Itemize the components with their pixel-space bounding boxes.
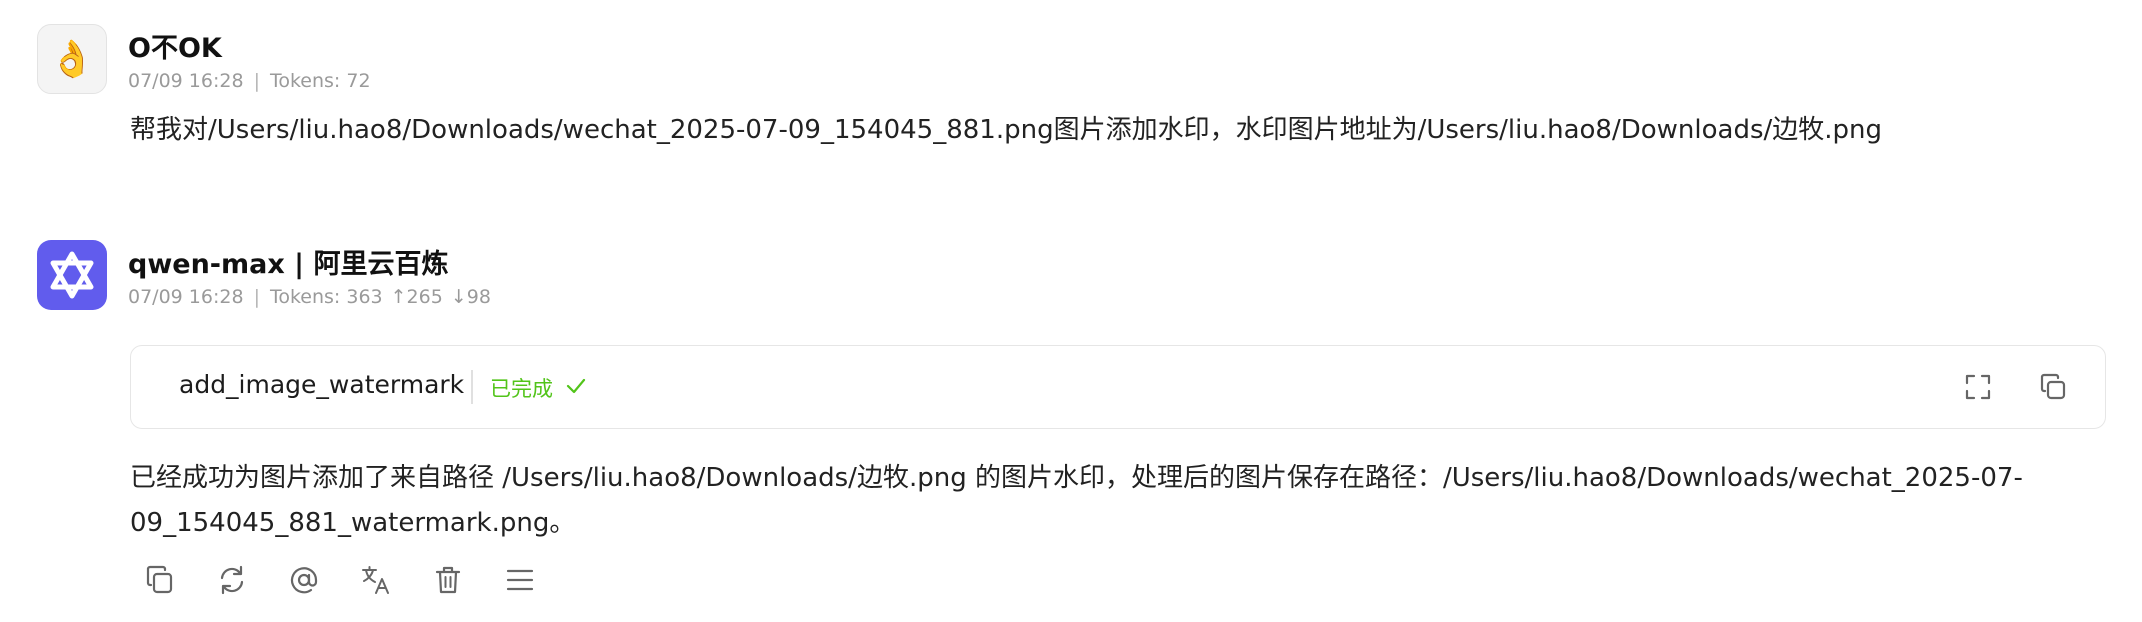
regenerate-button[interactable] xyxy=(212,560,252,600)
delete-button[interactable] xyxy=(428,560,468,600)
copy-icon xyxy=(146,565,173,594)
user-name: O不OK xyxy=(128,33,222,64)
assistant-message-meta: 07/09 16:28 | Tokens: 363 ↑265 ↓98 xyxy=(128,286,491,308)
delete-icon xyxy=(435,566,461,594)
menu-icon xyxy=(506,569,534,591)
assistant-message-text-line1: 已经成功为图片添加了来自路径 /Users/liu.hao8/Downloads… xyxy=(130,463,2023,493)
tokens-up: ↑265 xyxy=(390,286,443,308)
check-icon xyxy=(565,375,587,402)
user-message-text: 帮我对/Users/liu.hao8/Downloads/wechat_2025… xyxy=(130,115,1883,145)
tool-call-status-label: 已完成 xyxy=(490,377,553,401)
card-copy-button[interactable] xyxy=(2036,370,2070,404)
tokens-down: ↓98 xyxy=(450,286,491,308)
qwen-logo-icon xyxy=(50,251,94,299)
ok-hand-emoji-icon: 👌 xyxy=(49,39,95,80)
expand-button[interactable] xyxy=(1961,370,1995,404)
translate-button[interactable] xyxy=(356,560,396,600)
mention-button[interactable] xyxy=(284,560,324,600)
more-menu-button[interactable] xyxy=(500,560,540,600)
meta-separator: | xyxy=(253,70,260,92)
assistant-avatar[interactable] xyxy=(37,240,107,310)
tool-call-status: 已完成 xyxy=(490,373,587,403)
copy-message-button[interactable] xyxy=(140,560,180,600)
assistant-message-text: 已经成功为图片添加了来自路径 /Users/liu.hao8/Downloads… xyxy=(130,456,2023,546)
assistant-message-time: 07/09 16:28 xyxy=(128,286,244,308)
user-avatar[interactable]: 👌 xyxy=(37,24,107,94)
copy-icon xyxy=(2040,373,2066,400)
tool-call-name: add_image_watermark xyxy=(179,370,465,399)
expand-icon xyxy=(1965,374,1991,400)
user-message-meta: 07/09 16:28 | Tokens: 72 xyxy=(128,70,371,92)
assistant-message-text-line2: 09_154045_881_watermark.png。 xyxy=(130,508,576,538)
tool-call-divider xyxy=(471,370,473,404)
tool-call-card[interactable]: add_image_watermark 已完成 xyxy=(130,345,2106,429)
chat-page: 👌 O不OK 07/09 16:28 | Tokens: 72 帮我对/Users/… xyxy=(0,0,2142,622)
user-message-tokens: Tokens: 72 xyxy=(269,70,371,92)
message-action-bar xyxy=(140,560,572,600)
assistant-name: qwen-max | 阿里云百炼 xyxy=(128,249,449,280)
regenerate-icon xyxy=(220,565,244,595)
user-message-time: 07/09 16:28 xyxy=(128,70,244,92)
mention-icon xyxy=(290,567,318,594)
translate-icon xyxy=(362,566,389,594)
meta-separator: | xyxy=(253,286,260,308)
assistant-message-tokens: Tokens: 363 xyxy=(269,286,383,308)
